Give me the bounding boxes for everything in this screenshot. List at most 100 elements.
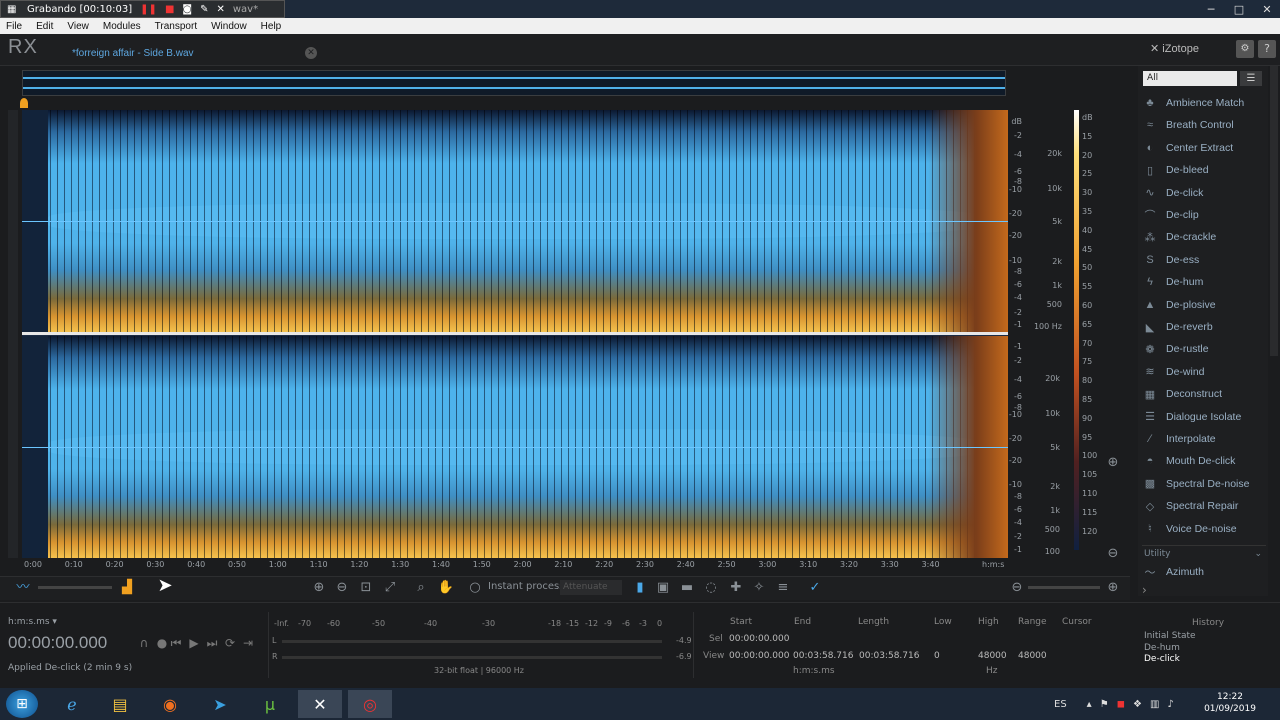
izotope-rx-taskbar-icon[interactable]: ✕	[298, 690, 342, 718]
module-item[interactable]: ♣ Ambience Match	[1142, 93, 1270, 113]
vertical-zoom-out-icon[interactable]: ⊖	[1104, 546, 1122, 562]
menu-file[interactable]: File	[6, 21, 22, 32]
view-high[interactable]: 48000	[978, 651, 1007, 661]
magic-wand-icon[interactable]: ✧	[750, 580, 768, 596]
dropbox-icon[interactable]: ❖	[1133, 699, 1142, 710]
close-window-icon[interactable]: ✕	[1254, 0, 1280, 18]
menu-edit[interactable]: Edit	[36, 21, 53, 32]
find-similar-icon[interactable]: ✓	[806, 580, 824, 596]
headphones-icon[interactable]: ∩	[136, 636, 152, 650]
module-item[interactable]: S De-ess	[1142, 250, 1270, 270]
help-icon[interactable]: ?	[1258, 40, 1276, 58]
menu-transport[interactable]: Transport	[155, 21, 197, 32]
module-item[interactable]: ≋ De-wind	[1142, 362, 1270, 382]
waveform-spectrogram-slider[interactable]	[38, 586, 112, 589]
antivirus-icon[interactable]: ◼	[1117, 699, 1125, 710]
frequency-selection-icon[interactable]: ▬	[678, 580, 696, 596]
flag-icon[interactable]: ⚑	[1100, 699, 1109, 710]
go-to-end-icon[interactable]: ⏭	[204, 636, 220, 650]
network-icon[interactable]: ▥	[1150, 699, 1159, 710]
loop-icon[interactable]: ⟳	[222, 636, 238, 650]
minimize-icon[interactable]: ─	[1198, 0, 1224, 18]
menu-view[interactable]: View	[67, 21, 89, 32]
internet-explorer-icon[interactable]: ℯ	[50, 690, 94, 718]
file-explorer-icon[interactable]: ▤	[98, 690, 142, 718]
time-format-select[interactable]: h:m:s.ms ▾	[8, 617, 57, 627]
vertical-zoom-in-icon[interactable]: ⊕	[1104, 455, 1122, 471]
tray-expand-icon[interactable]: ▴	[1087, 699, 1092, 710]
play-selection-icon[interactable]: ⇥	[240, 636, 256, 650]
view-end[interactable]: 00:03:58.716	[793, 651, 853, 661]
close-recorder-icon[interactable]: ✕	[216, 4, 224, 15]
menu-help[interactable]: Help	[261, 21, 282, 32]
playhead-marker[interactable]	[20, 98, 28, 108]
module-item[interactable]: ≈ Breath Control	[1142, 115, 1270, 135]
time-selection-icon[interactable]: ▮	[631, 580, 649, 596]
menu-window[interactable]: Window	[211, 21, 247, 32]
history-item-current[interactable]: De-click	[1144, 654, 1180, 664]
module-item[interactable]: ❁ De-rustle	[1142, 339, 1270, 359]
waveform-view-icon[interactable]: 〰	[14, 580, 32, 596]
gear-icon[interactable]: ⚙	[1236, 40, 1254, 58]
camera-icon[interactable]: ◙	[182, 4, 192, 15]
zoom-fit-icon[interactable]: ⤢	[381, 580, 399, 596]
lasso-icon[interactable]: ◌	[702, 580, 720, 596]
view-range[interactable]: 48000	[1018, 651, 1047, 661]
module-filter-select[interactable]: All	[1143, 71, 1237, 86]
module-item[interactable]: ⌒ De-clip	[1142, 205, 1270, 225]
instant-process-label[interactable]: Instant process	[488, 581, 564, 592]
menu-modules[interactable]: Modules	[103, 21, 141, 32]
windows-start-icon[interactable]: ⊞	[6, 690, 38, 718]
module-item[interactable]: ▯ De-bleed	[1142, 160, 1270, 180]
brush-icon[interactable]: ✚	[727, 580, 745, 596]
zoom-selection-icon[interactable]: ⊡	[357, 580, 375, 596]
firefox-icon[interactable]: ◉	[148, 690, 192, 718]
hand-icon[interactable]: ✋	[437, 580, 455, 596]
view-start[interactable]: 00:00:00.000	[729, 651, 789, 661]
module-list-view-icon[interactable]: ☰	[1240, 71, 1262, 86]
module-item[interactable]: ▩ Spectral De-noise	[1142, 474, 1270, 494]
module-item[interactable]: ∿ De-click	[1142, 183, 1270, 203]
language-indicator[interactable]: ES	[1054, 699, 1067, 710]
module-item[interactable]: ▦ Deconstruct	[1142, 384, 1270, 404]
module-group-utility[interactable]: Utility ⌄	[1142, 545, 1266, 561]
zoom-in-horizontal-icon[interactable]: ⊕	[1104, 580, 1122, 596]
module-item[interactable]: ◣ De-reverb	[1142, 317, 1270, 337]
instant-process-toggle-icon[interactable]: ○	[466, 580, 484, 596]
module-item[interactable]: ◐ Center Extract	[1142, 138, 1270, 158]
spectrogram-view-icon[interactable]: ▟	[118, 580, 136, 596]
waveform-overview[interactable]	[22, 70, 1006, 96]
attenuate-dropdown[interactable]: Attenuate	[560, 580, 622, 595]
maximize-icon[interactable]: □	[1226, 0, 1252, 18]
zoom-out-horizontal-icon[interactable]: ⊖	[1008, 580, 1026, 596]
sel-start[interactable]: 00:00:00.000	[729, 634, 789, 644]
telegram-icon[interactable]: ➤	[198, 690, 242, 718]
file-tab[interactable]: *forreign affair - Side B.wav	[66, 44, 322, 62]
magnify-icon[interactable]: ⌕	[412, 580, 430, 596]
timeline-ruler[interactable]: 0:00 0:10 0:20 0:30 0:40 0:50 1:00 1:10 1:20 1:30…	[22, 560, 1012, 574]
utorrent-icon[interactable]: µ	[248, 690, 292, 718]
view-length[interactable]: 00:03:58.716	[859, 651, 919, 661]
module-item[interactable]: ☰ Dialogue Isolate	[1142, 407, 1270, 427]
module-item[interactable]: ∕ Interpolate	[1142, 429, 1270, 449]
stop-icon[interactable]: ■	[165, 4, 174, 15]
box-selection-icon[interactable]: ▣	[654, 580, 672, 596]
zoom-in-icon[interactable]: ⊕	[310, 580, 328, 596]
module-azimuth[interactable]: 〜 Azimuth	[1142, 566, 1270, 578]
volume-icon[interactable]: ♪	[1167, 699, 1173, 710]
module-item[interactable]: ◇ Spectral Repair	[1142, 496, 1270, 516]
pen-icon[interactable]: ✎	[200, 4, 208, 15]
module-item[interactable]: ϟ De-hum	[1142, 272, 1270, 292]
close-tab-icon[interactable]: ✕	[305, 47, 317, 59]
taskbar-clock[interactable]: 12:22 01/09/2019	[1200, 691, 1260, 715]
history-item[interactable]: Initial State	[1144, 631, 1196, 641]
module-item[interactable]: ⁂ De-crackle	[1142, 227, 1270, 247]
module-item[interactable]: ▲ De-plosive	[1142, 295, 1270, 315]
pause-icon[interactable]: ❚❚	[140, 4, 157, 15]
chevron-right-icon[interactable]: ›	[1142, 583, 1147, 597]
harmonic-selection-icon[interactable]: ≡	[774, 580, 792, 596]
view-low[interactable]: 0	[934, 651, 940, 661]
module-item[interactable]: ♮ Voice De-noise	[1142, 519, 1270, 539]
module-scrollbar[interactable]	[1270, 66, 1278, 356]
go-to-start-icon[interactable]: ⏮	[168, 636, 184, 650]
